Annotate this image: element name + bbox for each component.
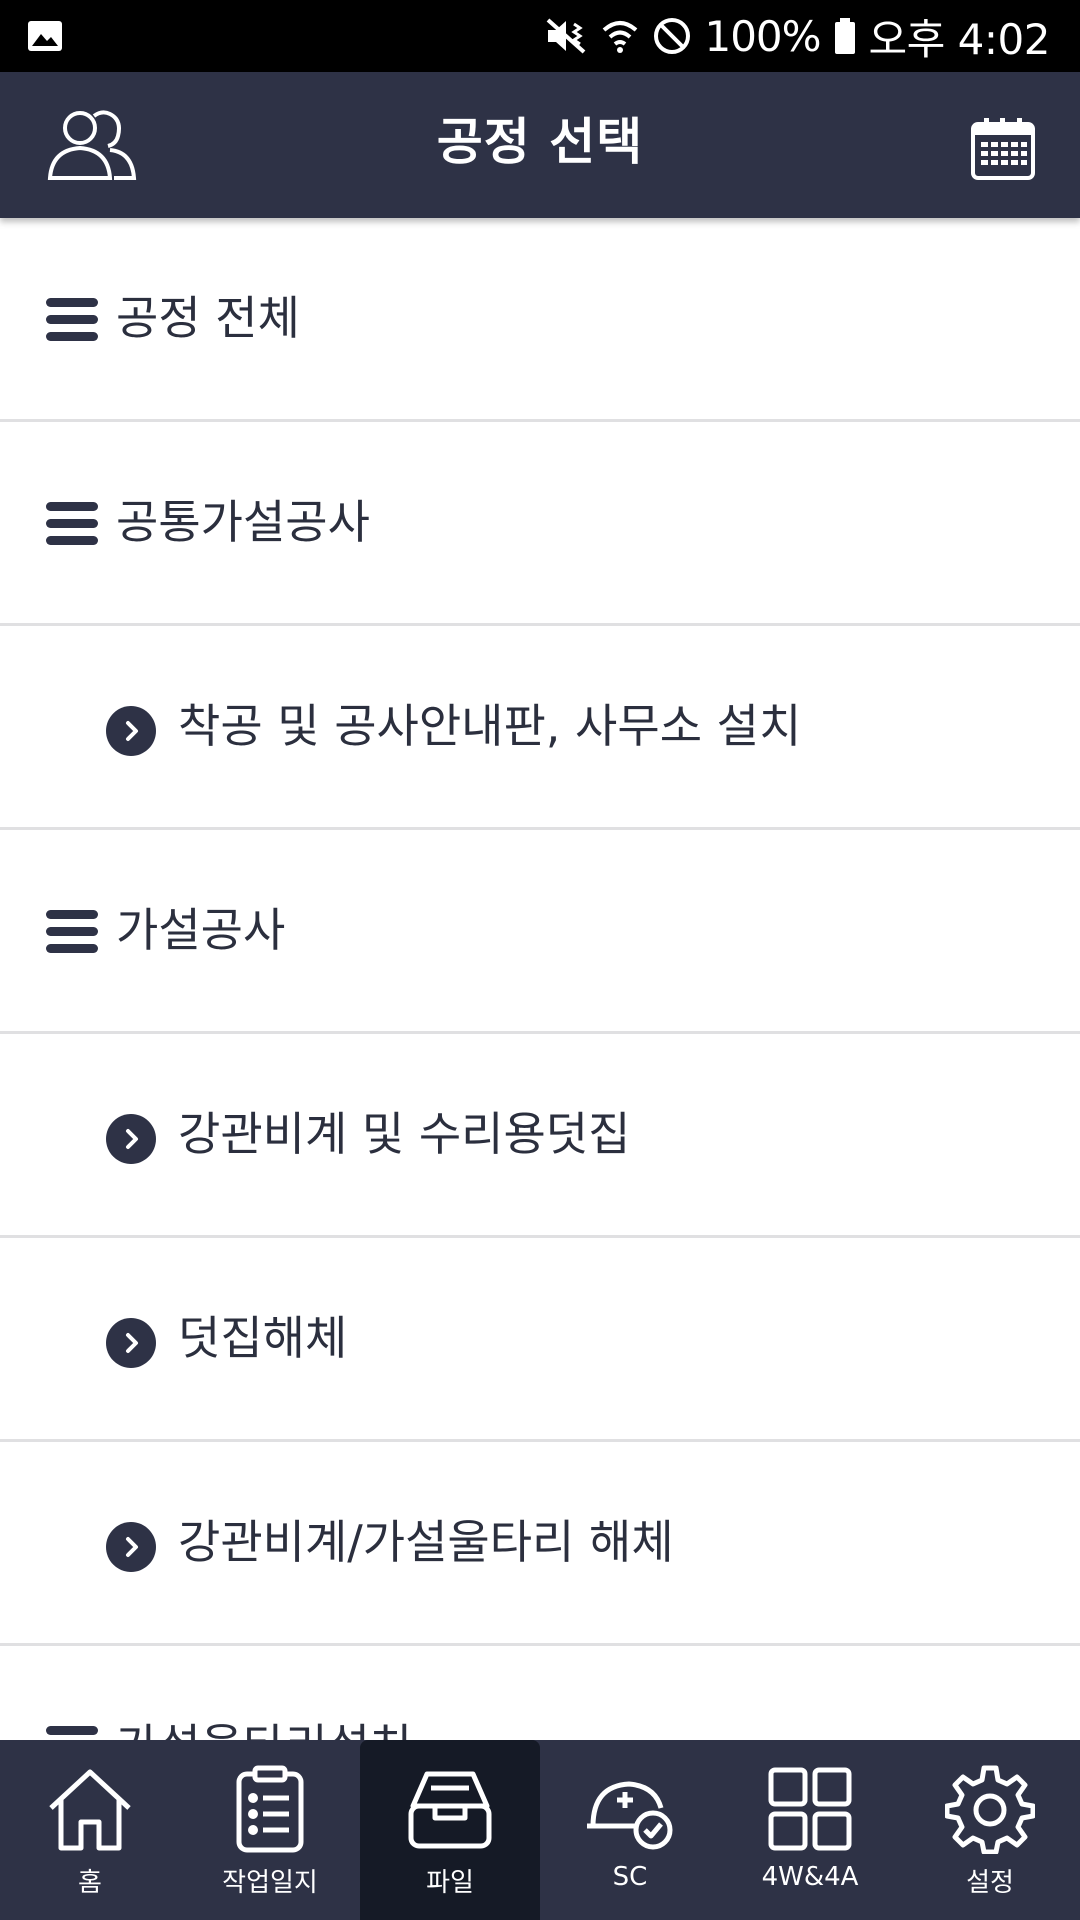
- app-header: 공정 선택: [0, 72, 1080, 218]
- wifi-icon: [603, 21, 638, 53]
- chevron-right-icon: [106, 1522, 156, 1572]
- clock: 오후 4:02: [868, 14, 1051, 64]
- clipboard-icon: [236, 1765, 304, 1853]
- list-item-label: 강관비계 및 수리용덧집: [178, 1107, 631, 1161]
- list-item-process[interactable]: 강관비계/가설울타리 해체: [0, 1442, 1080, 1646]
- menu-icon: [46, 502, 98, 550]
- nav-4w4a[interactable]: 4W&4A: [720, 1740, 900, 1920]
- list-item-label: 덧집해체: [178, 1311, 348, 1365]
- nav-work-log[interactable]: 작업일지: [180, 1740, 360, 1920]
- nav-label: 4W&4A: [761, 1862, 859, 1892]
- menu-icon: [46, 298, 98, 346]
- inbox-icon: [408, 1771, 492, 1849]
- chevron-right-icon: [106, 1318, 156, 1368]
- do-not-disturb-icon: [654, 18, 691, 54]
- gear-icon: [945, 1765, 1035, 1854]
- page-title: 공정 선택: [436, 113, 644, 171]
- list-item-label: 공통가설공사: [116, 495, 370, 549]
- nav-label: SC: [612, 1862, 648, 1892]
- helmet-icon: [587, 1781, 673, 1850]
- home-icon: [49, 1769, 131, 1851]
- list-item-category[interactable]: 공정 전체: [0, 218, 1080, 422]
- list-item-process[interactable]: 착공 및 공사안내판, 사무소 설치: [0, 626, 1080, 830]
- nav-label: 홈: [78, 1868, 102, 1898]
- chevron-right-icon: [106, 706, 156, 756]
- list-item-label: 가설공사: [116, 903, 286, 957]
- nav-label: 설정: [966, 1868, 1014, 1898]
- list-item-category[interactable]: 가설공사: [0, 830, 1080, 1034]
- process-list: 공정 전체 공통가설공사 착공 및 공사안내판, 사무소 설치 가설공사 강관비…: [0, 218, 1080, 1740]
- menu-icon: [46, 910, 98, 958]
- list-item-label: 가설울타리설치: [116, 1646, 412, 1740]
- list-item-label: 착공 및 공사안내판, 사무소 설치: [178, 699, 802, 753]
- gallery-notification-icon: [28, 21, 62, 51]
- bottom-navigation: 홈 작업일지 파일 SC 4W&4A 설정: [0, 1740, 1080, 1920]
- list-item-process[interactable]: 강관비계 및 수리용덧집: [0, 1034, 1080, 1238]
- menu-icon: [46, 1726, 98, 1740]
- nav-sc[interactable]: SC: [540, 1740, 720, 1920]
- list-item-process[interactable]: 덧집해체: [0, 1238, 1080, 1442]
- list-item-category[interactable]: 공통가설공사: [0, 422, 1080, 626]
- status-bar: 100% 오후 4:02: [0, 0, 1080, 72]
- nav-file[interactable]: 파일: [360, 1740, 540, 1920]
- status-icons: 100% 오후 4:02: [544, 0, 1051, 72]
- chevron-right-icon: [106, 1114, 156, 1164]
- nav-label: 파일: [426, 1868, 474, 1898]
- nav-home[interactable]: 홈: [0, 1740, 180, 1920]
- battery-percentage: 100%: [704, 11, 821, 61]
- list-item-category[interactable]: 가설울타리설치: [0, 1646, 1080, 1740]
- nav-label: 작업일지: [222, 1868, 318, 1898]
- list-item-label: 공정 전체: [116, 291, 300, 345]
- vibrate-mute-icon: [547, 18, 586, 54]
- nav-settings[interactable]: 설정: [900, 1740, 1080, 1920]
- calendar-icon[interactable]: [970, 116, 1036, 182]
- grid-icon: [768, 1767, 852, 1851]
- list-item-label: 강관비계/가설울타리 해체: [178, 1515, 674, 1569]
- battery-icon: [834, 18, 855, 54]
